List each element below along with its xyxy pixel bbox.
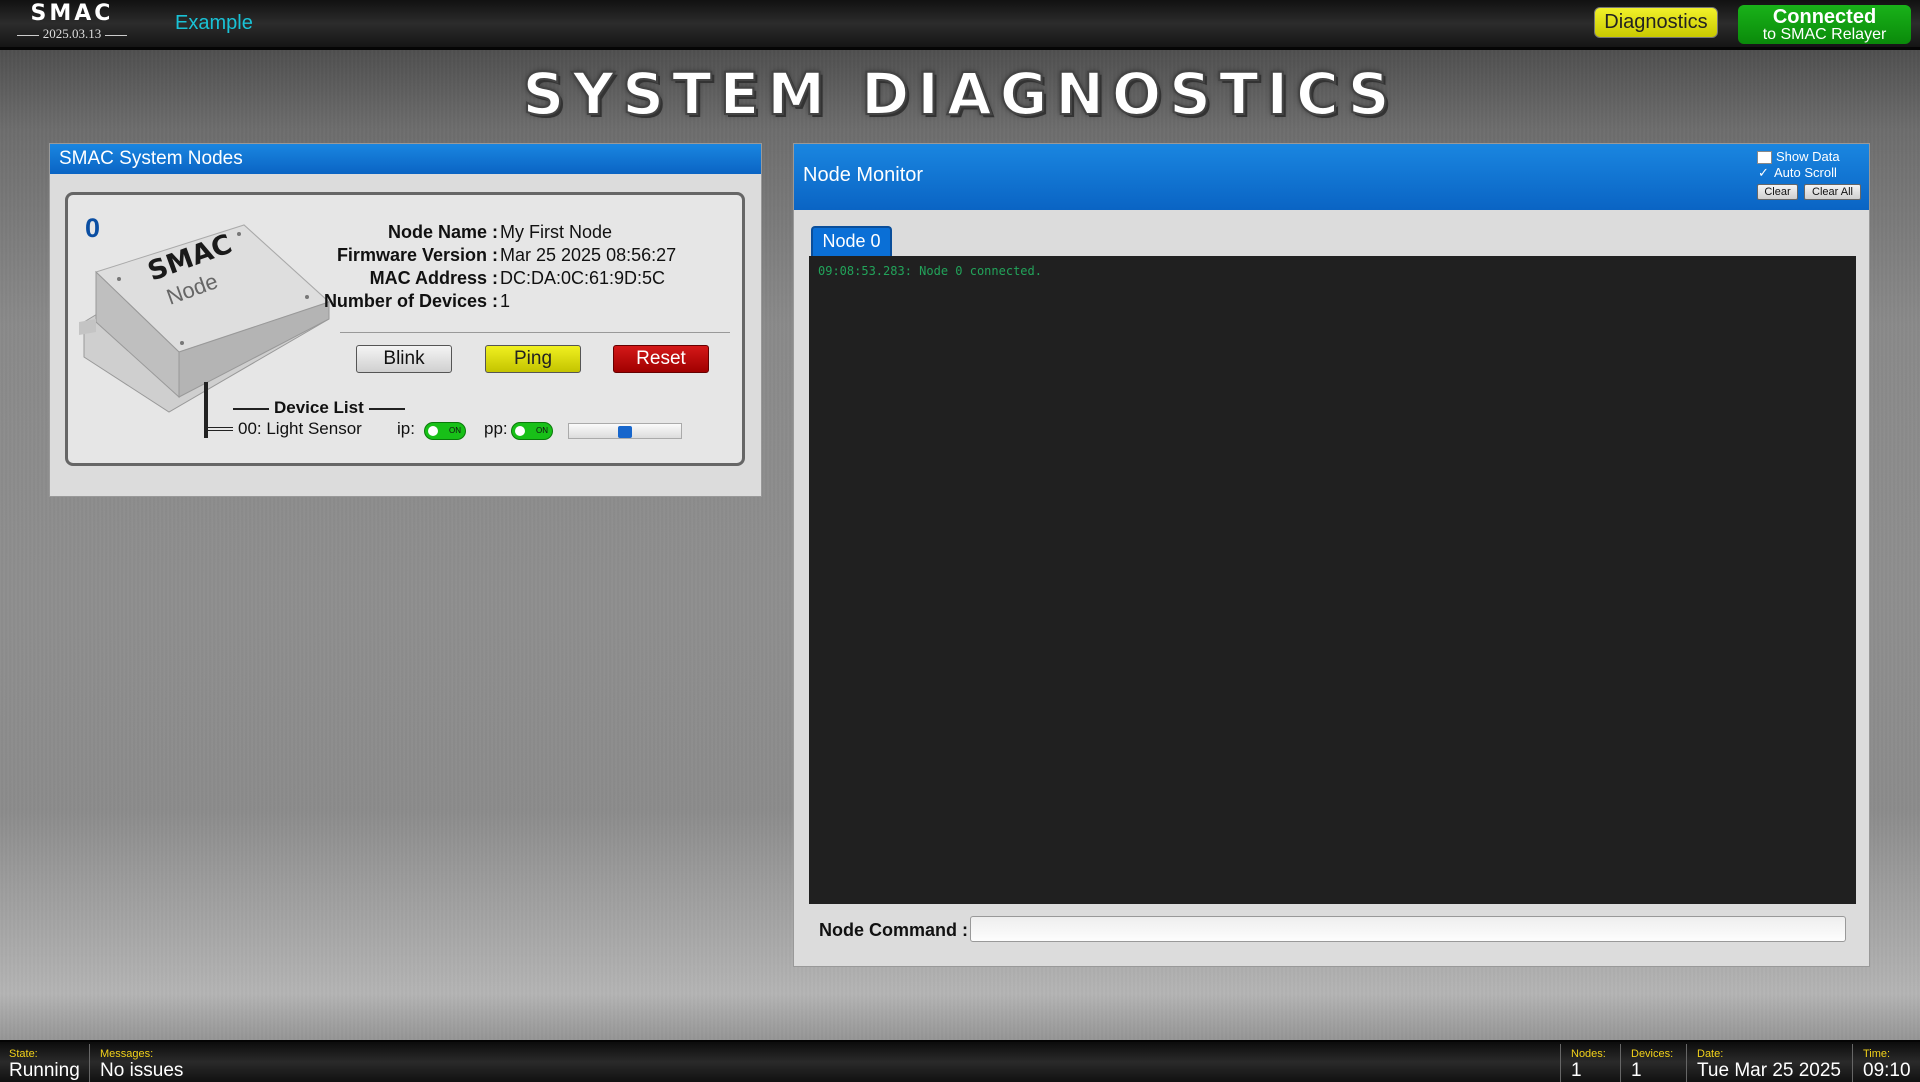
smac-logo[interactable]: SMAC 2025.03.13 — [8, 1, 136, 42]
reset-button[interactable]: Reset — [613, 345, 709, 373]
info-divider — [340, 332, 730, 333]
node-command-label: Node Command : — [819, 920, 969, 940]
page-title: SYSTEM DIAGNOSTICS — [521, 59, 1398, 129]
pp-toggle[interactable]: ON — [511, 422, 553, 440]
number-of-devices-row: Number of Devices :1 — [293, 291, 733, 314]
show-data-label: Show Data — [1776, 149, 1840, 164]
messages-value: No issues — [100, 1060, 184, 1081]
date-value: Tue Mar 25 2025 — [1697, 1060, 1841, 1081]
tab-node-0[interactable]: Node 0 — [811, 226, 892, 256]
connection-status-title: Connected — [1772, 6, 1877, 28]
blink-button[interactable]: Blink — [356, 345, 452, 373]
nodes-value: 1 — [1571, 1060, 1582, 1081]
monitor-console[interactable]: 09:08:53.283: Node 0 connected. — [809, 256, 1856, 904]
connection-status-button[interactable]: Connected to SMAC Relayer — [1738, 5, 1911, 44]
status-divider — [1686, 1044, 1687, 1082]
messages-label: Messages: — [100, 1048, 154, 1060]
connection-status-detail: to SMAC Relayer — [1762, 26, 1887, 43]
devices-label: Devices: — [1631, 1048, 1674, 1060]
firmware-version-value: Mar 25 2025 08:56:27 — [500, 245, 677, 265]
status-time: Time: 09:10 — [1854, 1042, 1920, 1082]
status-divider — [89, 1044, 90, 1082]
auto-scroll-check-icon[interactable]: ✓ — [1757, 165, 1770, 181]
node-monitor-panel: Node Monitor Show Data ✓ Auto Scroll Clea… — [793, 143, 1870, 967]
status-state: State: Running — [0, 1042, 89, 1082]
show-data-checkbox[interactable]: Show Data — [1757, 149, 1840, 165]
mac-address-value: DC:DA:0C:61:9D:5C — [500, 268, 666, 288]
node-name-label: Node Name : — [387, 222, 498, 242]
mac-address-label: MAC Address : — [369, 268, 498, 288]
node-name-row: Node Name : My First Node — [293, 222, 733, 245]
ip-toggle-state: ON — [449, 426, 461, 435]
node-monitor-title: Node Monitor — [803, 164, 924, 186]
device-slider-knob[interactable] — [618, 426, 632, 438]
status-nodes: Nodes: 1 — [1562, 1042, 1620, 1082]
clear-button[interactable]: Clear — [1757, 184, 1798, 200]
status-divider — [1620, 1044, 1621, 1082]
number-of-devices-value: 1 — [500, 291, 511, 311]
top-bar: SMAC 2025.03.13 Example Diagnostics Conn… — [0, 0, 1920, 50]
device-slider[interactable] — [568, 423, 682, 439]
node-command-input[interactable] — [970, 916, 1846, 942]
auto-scroll-label: Auto Scroll — [1774, 165, 1837, 180]
state-label: State: — [9, 1048, 38, 1060]
node-number: 0 — [85, 213, 101, 243]
time-label: Time: — [1863, 1048, 1891, 1060]
status-divider — [1852, 1044, 1853, 1082]
pp-toggle-state: ON — [536, 426, 548, 435]
device-list-title: Device List — [228, 398, 410, 418]
status-messages: Messages: No issues — [91, 1042, 391, 1082]
auto-scroll-checkbox[interactable]: ✓ Auto Scroll — [1757, 165, 1837, 181]
logo-version: 2025.03.13 — [8, 26, 136, 41]
status-date: Date: Tue Mar 25 2025 — [1688, 1042, 1852, 1082]
show-data-box[interactable] — [1757, 151, 1772, 165]
node-info: Node Name : My First Node Firmware Versio… — [293, 222, 733, 314]
ping-button[interactable]: Ping — [485, 345, 581, 373]
device-item-light-sensor: 00: Light Sensor — [238, 419, 362, 438]
nodes-label: Nodes: — [1571, 1048, 1606, 1060]
devices-value: 1 — [1631, 1060, 1642, 1081]
logo-name: SMAC — [30, 1, 114, 26]
firmware-version-row: Firmware Version : Mar 25 2025 08:56:27 — [293, 245, 733, 268]
system-nodes-panel: SMAC System Nodes SMAC Node 0 Node Name … — [49, 143, 762, 497]
clear-all-button[interactable]: Clear All — [1804, 184, 1861, 200]
app-name-link[interactable]: Example — [175, 12, 253, 35]
console-line: 09:08:53.283: Node 0 connected. — [818, 264, 1042, 278]
node-name-value: My First Node — [500, 222, 613, 242]
node-card: SMAC Node 0 Node Name : My First Node Fir… — [65, 192, 745, 466]
device-tree-branch — [208, 427, 233, 431]
ip-toggle[interactable]: ON — [424, 422, 466, 440]
node-monitor-header: Node Monitor Show Data ✓ Auto Scroll Clea… — [794, 144, 1869, 210]
status-devices: Devices: 1 — [1622, 1042, 1686, 1082]
diagnostics-button[interactable]: Diagnostics — [1594, 7, 1718, 38]
time-value: 09:10 — [1863, 1060, 1911, 1081]
state-value: Running — [9, 1060, 80, 1081]
pp-toggle-label: pp: — [484, 419, 508, 438]
date-label: Date: — [1697, 1048, 1724, 1060]
system-nodes-header: SMAC System Nodes — [50, 144, 761, 174]
firmware-version-label: Firmware Version : — [336, 245, 498, 265]
status-bar: State: Running Messages: No issues Nodes… — [0, 1040, 1920, 1082]
number-of-devices-label: Number of Devices : — [323, 291, 498, 311]
mac-address-row: MAC Address : DC:DA:0C:61:9D:5C — [293, 268, 733, 291]
ip-toggle-label: ip: — [397, 419, 415, 438]
status-divider — [1560, 1044, 1561, 1082]
